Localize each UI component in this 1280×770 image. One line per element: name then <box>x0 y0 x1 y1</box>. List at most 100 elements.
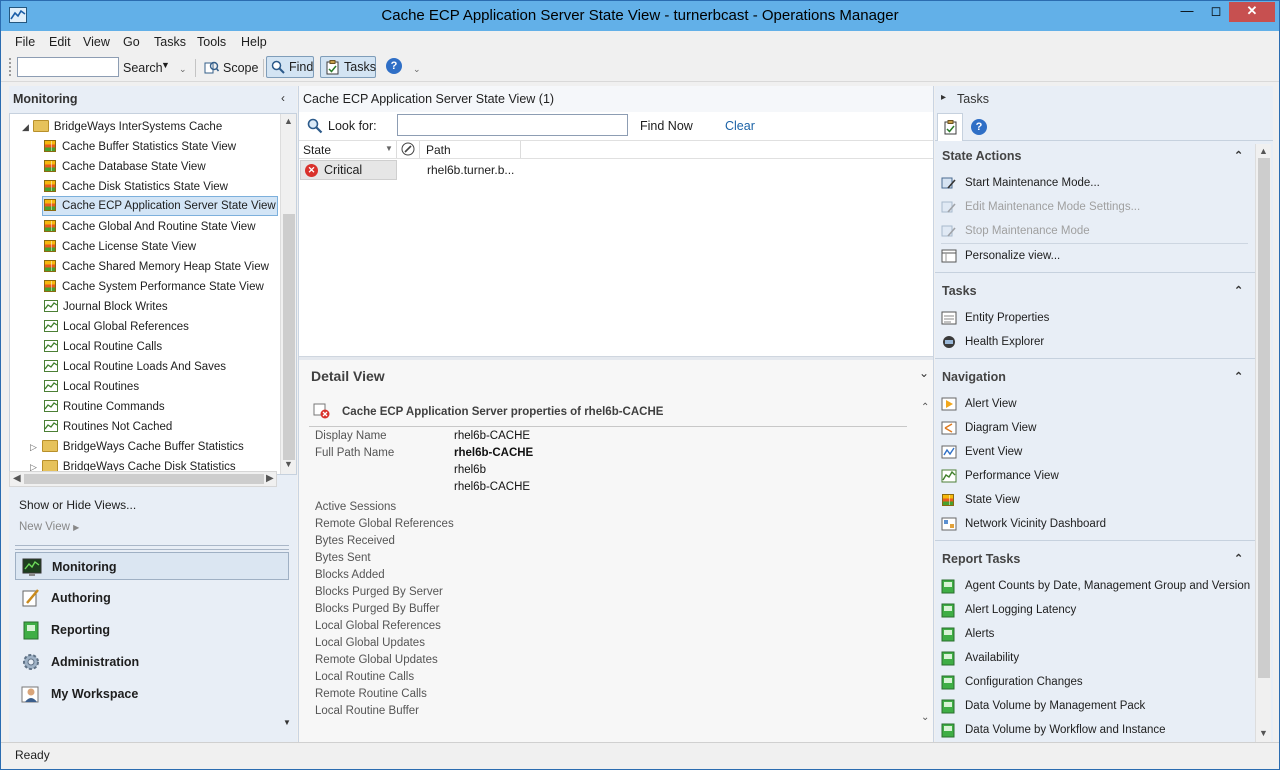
report-data-volume-workflow[interactable]: Data Volume by Workflow and Instance <box>941 723 1166 738</box>
scrollbar-thumb[interactable] <box>283 214 295 460</box>
tree-vertical-scrollbar[interactable]: ▲ ▼ <box>280 114 296 474</box>
chevron-right-icon[interactable]: ▸ <box>941 92 946 103</box>
tree-item-license-state[interactable]: Cache License State View <box>44 237 294 257</box>
tree-item-routine-commands[interactable]: Routine Commands <box>44 397 294 417</box>
report-configuration-changes[interactable]: Configuration Changes <box>941 675 1083 690</box>
collapse-pane-icon[interactable]: ‹ <box>281 91 285 105</box>
scroll-down-icon[interactable]: ▼ <box>1259 728 1268 738</box>
menu-view[interactable]: View <box>83 35 110 49</box>
tree-item-local-routine-loads-saves[interactable]: Local Routine Loads And Saves <box>44 357 294 377</box>
column-header-state[interactable]: State ▼ <box>299 141 397 158</box>
collapse-section-icon[interactable]: ⌃ <box>1234 370 1243 383</box>
table-row[interactable]: ✕ Critical rhel6b.turner.b... <box>299 159 933 181</box>
look-for-input[interactable] <box>397 114 628 136</box>
column-header-path[interactable]: Path <box>421 141 521 158</box>
tree-item-global-routine-state[interactable]: Cache Global And Routine State View <box>44 217 294 237</box>
tab-help-icon[interactable]: ? <box>971 119 987 135</box>
new-view-menu[interactable]: New View ▶ <box>19 521 79 533</box>
tree-item-journal-block-writes[interactable]: Journal Block Writes <box>44 297 294 317</box>
menu-tasks[interactable]: Tasks <box>154 35 186 49</box>
tree-item-database-state[interactable]: Cache Database State View <box>44 157 294 177</box>
scrollbar-thumb[interactable] <box>24 474 264 484</box>
find-now-button[interactable]: Find Now <box>640 119 693 133</box>
menu-help[interactable]: Help <box>241 35 267 49</box>
tree-item-local-routine-calls[interactable]: Local Routine Calls <box>44 337 294 357</box>
tree-item-buffer-statistics-state[interactable]: Cache Buffer Statistics State View <box>44 137 294 157</box>
state-actions-header[interactable]: State Actions ⌃ <box>942 149 1252 163</box>
tree-collapsed-icon[interactable]: ▷ <box>30 442 37 452</box>
nav-diagram-view[interactable]: Diagram View <box>941 421 1036 435</box>
scroll-left-icon[interactable]: ◀ <box>13 473 21 484</box>
scope-button[interactable]: Scope <box>223 61 258 75</box>
menu-tools[interactable]: Tools <box>197 35 226 49</box>
search-dropdown-icon[interactable]: ▼ <box>161 60 170 70</box>
tree-folder-root[interactable]: ◢ BridgeWays InterSystems Cache <box>22 117 222 137</box>
filter-dropdown-icon[interactable]: ▼ <box>385 144 393 153</box>
wunderbar-configure-icon[interactable]: ▼ <box>283 718 291 727</box>
report-data-volume-mp[interactable]: Data Volume by Management Pack <box>941 699 1145 714</box>
collapse-section-icon[interactable]: ⌃ <box>1234 552 1243 565</box>
collapse-detail-icon[interactable]: ⌄ <box>919 366 929 380</box>
tree-item-disk-statistics-state[interactable]: Cache Disk Statistics State View <box>44 177 294 197</box>
tasks-section-header[interactable]: Tasks ⌃ <box>942 284 1252 298</box>
report-agent-counts[interactable]: Agent Counts by Date, Management Group a… <box>941 579 1250 594</box>
clear-link[interactable]: Clear <box>725 119 755 133</box>
tree-item-local-global-references[interactable]: Local Global References <box>44 317 294 337</box>
task-stop-maintenance[interactable]: Stop Maintenance Mode <box>941 225 1090 237</box>
task-edit-maintenance[interactable]: Edit Maintenance Mode Settings... <box>941 201 1140 213</box>
tree-item-ecp-application-server-state[interactable]: Cache ECP Application Server State View <box>42 196 278 216</box>
tree-item-local-routines[interactable]: Local Routines <box>44 377 294 397</box>
tree-item-system-performance-state[interactable]: Cache System Performance State View <box>44 277 294 297</box>
toolbar-overflow-icon[interactable]: ⌄ <box>413 64 421 75</box>
report-tasks-header[interactable]: Report Tasks ⌃ <box>942 552 1252 566</box>
tasks-vertical-scrollbar[interactable]: ▲ ▼ <box>1255 144 1271 742</box>
task-start-maintenance[interactable]: Start Maintenance Mode... <box>941 177 1100 189</box>
wunderbar-authoring[interactable]: Authoring <box>15 584 287 612</box>
collapse-section-icon[interactable]: ⌃ <box>1234 149 1243 162</box>
task-personalize-view[interactable]: Personalize view... <box>941 249 1060 263</box>
report-availability[interactable]: Availability <box>941 651 1019 666</box>
collapse-section-icon[interactable]: ⌃ <box>1234 284 1243 297</box>
tree-item-shared-memory-heap-state[interactable]: Cache Shared Memory Heap State View <box>44 257 294 277</box>
wunderbar-splitter[interactable] <box>15 545 289 550</box>
nav-event-view[interactable]: Event View <box>941 445 1022 459</box>
nav-network-vicinity[interactable]: Network Vicinity Dashboard <box>941 517 1106 531</box>
minimize-icon[interactable]: — <box>1173 2 1201 22</box>
wunderbar-administration[interactable]: Administration <box>15 648 287 676</box>
wunderbar-my-workspace[interactable]: My Workspace <box>15 680 287 708</box>
scrollbar-thumb[interactable] <box>1258 158 1270 678</box>
tree-folder-buffer-statistics[interactable]: ▷ BridgeWays Cache Buffer Statistics <box>30 437 280 457</box>
nav-alert-view[interactable]: Alert View <box>941 397 1017 411</box>
menu-file[interactable]: File <box>15 35 35 49</box>
menu-go[interactable]: Go <box>123 35 140 49</box>
maximize-icon[interactable]: ◻ <box>1202 2 1230 22</box>
menu-edit[interactable]: Edit <box>49 35 71 49</box>
wunderbar-monitoring[interactable]: Monitoring <box>15 552 289 580</box>
scroll-up-icon[interactable]: ▲ <box>284 116 293 126</box>
wunderbar-reporting[interactable]: Reporting <box>15 616 287 644</box>
find-button[interactable]: Find <box>266 56 314 78</box>
close-icon[interactable]: ✕ <box>1229 2 1275 22</box>
tree-item-routines-not-cached[interactable]: Routines Not Cached <box>44 417 294 437</box>
tree-horizontal-scrollbar[interactable]: ◀ ▶ <box>9 471 277 487</box>
report-alert-logging-latency[interactable]: Alert Logging Latency <box>941 603 1076 618</box>
toolbar-overflow-icon[interactable]: ⌄ <box>179 64 187 75</box>
scroll-down-icon[interactable]: ⌄ <box>921 712 929 723</box>
search-input[interactable] <box>17 57 119 77</box>
tree-expanded-icon[interactable]: ◢ <box>22 122 29 132</box>
tab-tasks[interactable] <box>937 113 963 141</box>
navigation-section-header[interactable]: Navigation ⌃ <box>942 370 1252 384</box>
nav-performance-view[interactable]: Performance View <box>941 469 1059 483</box>
scroll-down-icon[interactable]: ▼ <box>284 459 293 469</box>
column-header-maintenance[interactable] <box>398 141 420 158</box>
nav-state-view[interactable]: State View <box>942 494 1020 506</box>
scroll-up-icon[interactable]: ⌃ <box>921 402 929 413</box>
task-entity-properties[interactable]: Entity Properties <box>941 311 1049 325</box>
show-hide-views-link[interactable]: Show or Hide Views... <box>19 498 136 512</box>
report-alerts[interactable]: Alerts <box>941 627 994 642</box>
scroll-up-icon[interactable]: ▲ <box>1259 146 1268 156</box>
scroll-right-icon[interactable]: ▶ <box>266 473 274 484</box>
help-icon[interactable]: ? <box>386 58 402 74</box>
task-health-explorer[interactable]: Health Explorer <box>943 336 1044 348</box>
tasks-toggle-button[interactable]: Tasks <box>320 56 376 78</box>
